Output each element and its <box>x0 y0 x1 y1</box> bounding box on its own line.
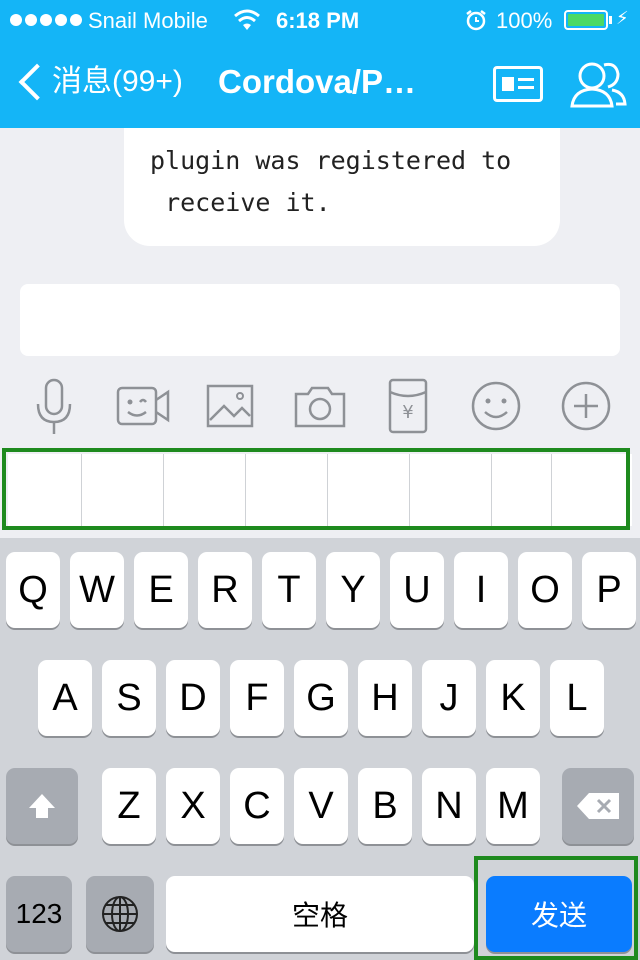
profile-card-icon[interactable] <box>493 66 543 102</box>
key-y[interactable]: Y <box>326 552 380 628</box>
key-m[interactable]: M <box>486 768 540 844</box>
globe-icon <box>102 896 138 932</box>
chat-title: Cordova/P… <box>218 63 417 100</box>
key-i[interactable]: I <box>454 552 508 628</box>
shift-key[interactable] <box>6 768 78 844</box>
status-bar: Snail Mobile 6:18 PM 100% ⚡ <box>0 0 640 40</box>
key-j[interactable]: J <box>422 660 476 736</box>
key-x[interactable]: X <box>166 768 220 844</box>
key-c[interactable]: C <box>230 768 284 844</box>
key-g[interactable]: G <box>294 660 348 736</box>
chevron-left-icon <box>18 63 56 101</box>
svg-text:¥: ¥ <box>402 402 413 423</box>
key-l[interactable]: L <box>550 660 604 736</box>
key-d[interactable]: D <box>166 660 220 736</box>
battery-icon <box>564 10 608 30</box>
battery-percentage: 100% <box>496 8 553 33</box>
backspace-icon <box>577 793 619 819</box>
key-s[interactable]: S <box>102 660 156 736</box>
back-label: 消息(99+) <box>52 65 183 98</box>
header: Snail Mobile 6:18 PM 100% ⚡ 消息(99+) Cord… <box>0 0 640 128</box>
space-key[interactable]: 空格 <box>166 876 474 952</box>
key-t[interactable]: T <box>262 552 316 628</box>
image-icon[interactable] <box>198 374 262 438</box>
key-q[interactable]: Q <box>6 552 60 628</box>
chat-messages[interactable]: plugin was registered to receive it. <box>0 128 640 274</box>
key-b[interactable]: B <box>358 768 412 844</box>
candidate-bar-highlight <box>2 448 630 530</box>
message-toolbar: ¥ <box>0 374 640 438</box>
carrier-name: Snail Mobile <box>88 8 208 33</box>
camera-icon[interactable] <box>288 374 352 438</box>
key-e[interactable]: E <box>134 552 188 628</box>
key-a[interactable]: A <box>38 660 92 736</box>
message-text: plugin was registered to receive it. <box>150 146 512 217</box>
key-k[interactable]: K <box>486 660 540 736</box>
key-z[interactable]: Z <box>102 768 156 844</box>
alarm-icon <box>466 10 486 31</box>
wifi-icon <box>234 9 260 30</box>
delete-key[interactable] <box>562 768 634 844</box>
battery-tip <box>609 16 612 24</box>
globe-key[interactable] <box>86 876 154 952</box>
clock: 6:18 PM <box>276 8 360 33</box>
emoji-icon[interactable] <box>464 374 528 438</box>
key-n[interactable]: N <box>422 768 476 844</box>
key-f[interactable]: F <box>230 660 284 736</box>
key-o[interactable]: O <box>518 552 572 628</box>
back-button[interactable]: 消息(99+) <box>14 60 183 104</box>
key-u[interactable]: U <box>390 552 444 628</box>
message-input[interactable] <box>20 284 620 356</box>
group-members-icon[interactable] <box>568 56 628 110</box>
key-v[interactable]: V <box>294 768 348 844</box>
signal-strength-icon <box>10 14 82 26</box>
key-w[interactable]: W <box>70 552 124 628</box>
key-r[interactable]: R <box>198 552 252 628</box>
charging-icon: ⚡ <box>616 8 629 28</box>
numbers-key[interactable]: 123 <box>6 876 72 952</box>
send-key[interactable]: 发送 <box>486 876 632 952</box>
video-icon[interactable] <box>110 374 174 438</box>
key-h[interactable]: H <box>358 660 412 736</box>
plus-icon[interactable] <box>554 374 618 438</box>
shift-arrow-icon <box>29 794 55 818</box>
key-p[interactable]: P <box>582 552 636 628</box>
red-packet-icon[interactable]: ¥ <box>376 374 440 438</box>
microphone-icon[interactable] <box>22 374 86 438</box>
